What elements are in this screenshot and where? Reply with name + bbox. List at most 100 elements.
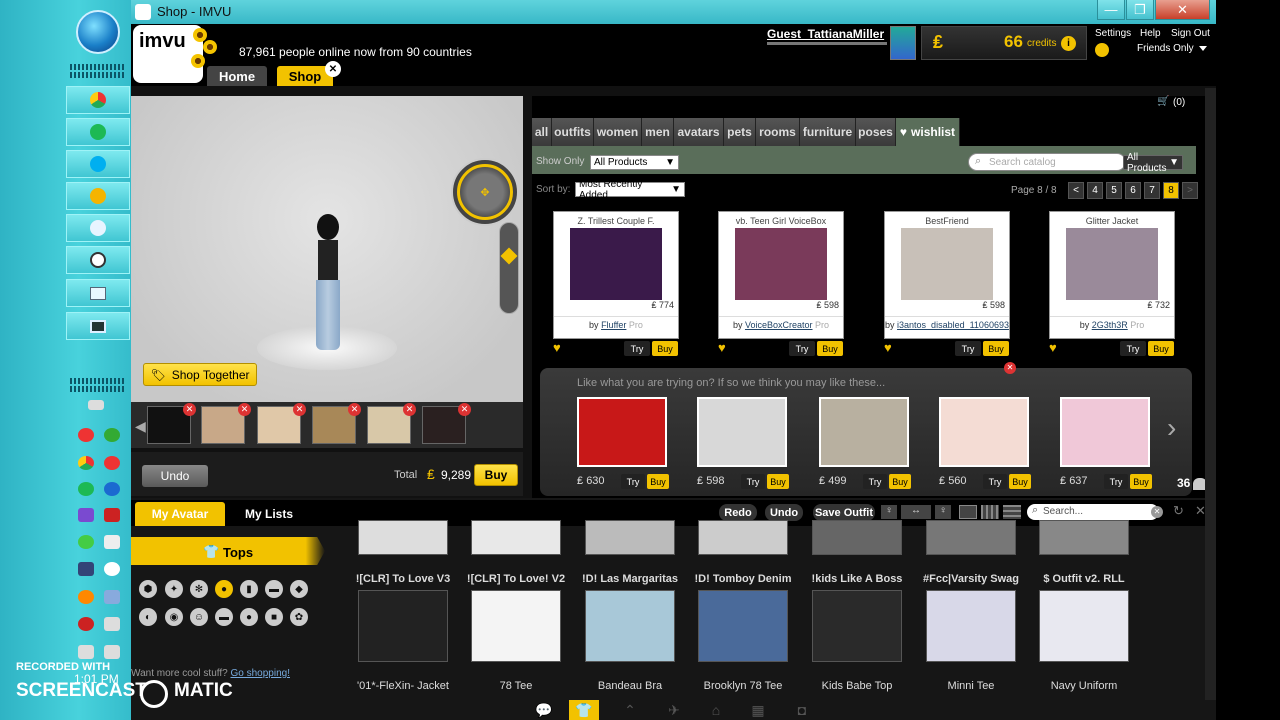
- eye-filter-icon[interactable]: ◉: [165, 608, 183, 626]
- inventory-item[interactable]: [358, 590, 448, 662]
- wishlist-heart-icon[interactable]: ♥: [884, 340, 892, 355]
- tray-app-icon[interactable]: [78, 562, 94, 576]
- tab-women[interactable]: women: [594, 118, 642, 146]
- page-7-button[interactable]: 7: [1144, 182, 1160, 199]
- tray-app-icon[interactable]: [104, 482, 120, 496]
- action-filter-icon[interactable]: ◐: [139, 608, 157, 626]
- figure-filter-icon[interactable]: ✦: [165, 580, 183, 598]
- refresh-icon[interactable]: ↻: [1173, 503, 1184, 519]
- tray-app-icon[interactable]: [78, 535, 94, 549]
- avatar-view-icon[interactable]: ♀: [881, 505, 897, 519]
- camera-arrows-icon[interactable]: ✥: [457, 164, 513, 220]
- pet-filter-icon[interactable]: ✿: [290, 608, 308, 626]
- expand-view-icon[interactable]: ↔: [901, 505, 931, 519]
- flag-icon[interactable]: [104, 535, 120, 549]
- remove-item-icon[interactable]: ✕: [238, 403, 251, 416]
- try-button[interactable]: Try: [624, 341, 650, 356]
- recommended-item[interactable]: [819, 397, 909, 467]
- creator-link[interactable]: VoiceBoxCreator: [745, 320, 813, 330]
- recommended-item[interactable]: [577, 397, 667, 467]
- shirt-dock-icon[interactable]: 👕: [569, 700, 599, 720]
- buy-button[interactable]: Buy: [1130, 474, 1152, 489]
- zoom-slider[interactable]: [499, 222, 519, 314]
- wishlist-heart-icon[interactable]: ♥: [718, 340, 726, 355]
- info-icon[interactable]: i: [1061, 36, 1076, 51]
- help-link[interactable]: Help: [1140, 28, 1161, 39]
- remove-item-icon[interactable]: ✕: [403, 403, 416, 416]
- product-card[interactable]: vb. Teen Girl VoiceBox ₤ 598 by VoiceBox…: [718, 211, 844, 339]
- grid-small-icon[interactable]: [981, 505, 999, 519]
- buy-button[interactable]: Buy: [1009, 474, 1031, 489]
- close-button[interactable]: ✕: [1155, 0, 1210, 20]
- friends-only-dropdown[interactable]: Friends Only: [1137, 43, 1194, 54]
- tag-filter-icon[interactable]: ⬢: [139, 580, 157, 598]
- wishlist-heart-icon[interactable]: ♥: [1049, 340, 1057, 355]
- accessory-filter-icon[interactable]: ◆: [290, 580, 308, 598]
- home-icon[interactable]: ⌂: [701, 700, 731, 720]
- box-filter-icon[interactable]: ■: [265, 608, 283, 626]
- inventory-item[interactable]: [698, 590, 788, 662]
- inventory-item[interactable]: [1039, 590, 1129, 662]
- page-6-button[interactable]: 6: [1125, 182, 1141, 199]
- single-view-icon[interactable]: ♀: [935, 505, 951, 519]
- tray-app-icon[interactable]: [104, 617, 120, 631]
- page-next-button[interactable]: >: [1182, 182, 1198, 199]
- tab-men[interactable]: men: [642, 118, 674, 146]
- creator-link[interactable]: 2G3th3R: [1092, 320, 1128, 330]
- buy-total-button[interactable]: Buy: [474, 464, 518, 486]
- tab-home[interactable]: Home: [207, 66, 267, 86]
- online-friends-count[interactable]: 36: [1177, 476, 1190, 490]
- sign-out-link[interactable]: Sign Out: [1171, 28, 1210, 39]
- product-thumbnail[interactable]: [735, 228, 827, 300]
- tab-my-avatar[interactable]: My Avatar: [135, 502, 225, 526]
- tray-app-icon[interactable]: [104, 590, 120, 604]
- inventory-item[interactable]: [926, 520, 1016, 555]
- chevron-down-icon[interactable]: [1199, 46, 1207, 51]
- inventory-item[interactable]: [358, 520, 448, 555]
- go-shopping-link[interactable]: Go shopping!: [231, 668, 291, 679]
- remove-item-icon[interactable]: ✕: [458, 403, 471, 416]
- remove-item-icon[interactable]: ✕: [348, 403, 361, 416]
- tray-app-icon[interactable]: [78, 428, 94, 442]
- tab-my-lists[interactable]: My Lists: [231, 502, 307, 526]
- username-link[interactable]: Guest_TattianaMiller: [767, 27, 884, 41]
- recommended-item[interactable]: [939, 397, 1029, 467]
- shoes-filter-icon[interactable]: ▬: [265, 580, 283, 598]
- body-filter-icon[interactable]: ●: [240, 608, 258, 626]
- spotify-icon[interactable]: [78, 482, 94, 496]
- tab-pets[interactable]: pets: [724, 118, 756, 146]
- inventory-item[interactable]: [1039, 520, 1129, 555]
- tab-avatars[interactable]: avatars: [674, 118, 724, 146]
- buy-button[interactable]: Buy: [889, 474, 911, 489]
- inventory-item[interactable]: [812, 520, 902, 555]
- chevron-right-icon[interactable]: ›: [1167, 412, 1176, 444]
- try-button[interactable]: Try: [955, 341, 981, 356]
- room-icon[interactable]: ▦: [743, 700, 773, 720]
- tray-app-icon[interactable]: [78, 617, 94, 631]
- buy-button[interactable]: Buy: [817, 341, 843, 356]
- tab-outfits[interactable]: outfits: [552, 118, 594, 146]
- snowflake-filter-icon[interactable]: ✻: [190, 580, 208, 598]
- close-shop-tab-icon[interactable]: ✕: [325, 61, 341, 77]
- inventory-item[interactable]: [812, 590, 902, 662]
- volume-icon[interactable]: [78, 645, 94, 659]
- tray-app-icon[interactable]: [78, 590, 94, 604]
- page-4-button[interactable]: 4: [1087, 182, 1103, 199]
- recommended-item[interactable]: [1060, 397, 1150, 467]
- window-taskbar-button[interactable]: [66, 279, 130, 307]
- remove-item-icon[interactable]: ✕: [293, 403, 306, 416]
- page-8-button[interactable]: 8: [1163, 182, 1179, 199]
- close-recommendations-icon[interactable]: ✕: [1004, 362, 1016, 374]
- maximize-button[interactable]: ❐: [1126, 0, 1154, 20]
- monitor-taskbar-button[interactable]: [66, 312, 130, 340]
- chat-icon[interactable]: 💬: [529, 700, 559, 720]
- product-card[interactable]: BestFriend ₤ 598 by i3antos_disabled_110…: [884, 211, 1010, 339]
- undo-button[interactable]: Undo: [142, 465, 208, 487]
- buy-button[interactable]: Buy: [1148, 341, 1174, 356]
- page-5-button[interactable]: 5: [1106, 182, 1122, 199]
- tab-rooms[interactable]: rooms: [756, 118, 800, 146]
- shop-together-button[interactable]: 🏷 Shop Together: [143, 363, 257, 386]
- imvu-icon[interactable]: [104, 562, 120, 576]
- buy-button[interactable]: Buy: [767, 474, 789, 489]
- minimize-button[interactable]: —: [1097, 0, 1125, 20]
